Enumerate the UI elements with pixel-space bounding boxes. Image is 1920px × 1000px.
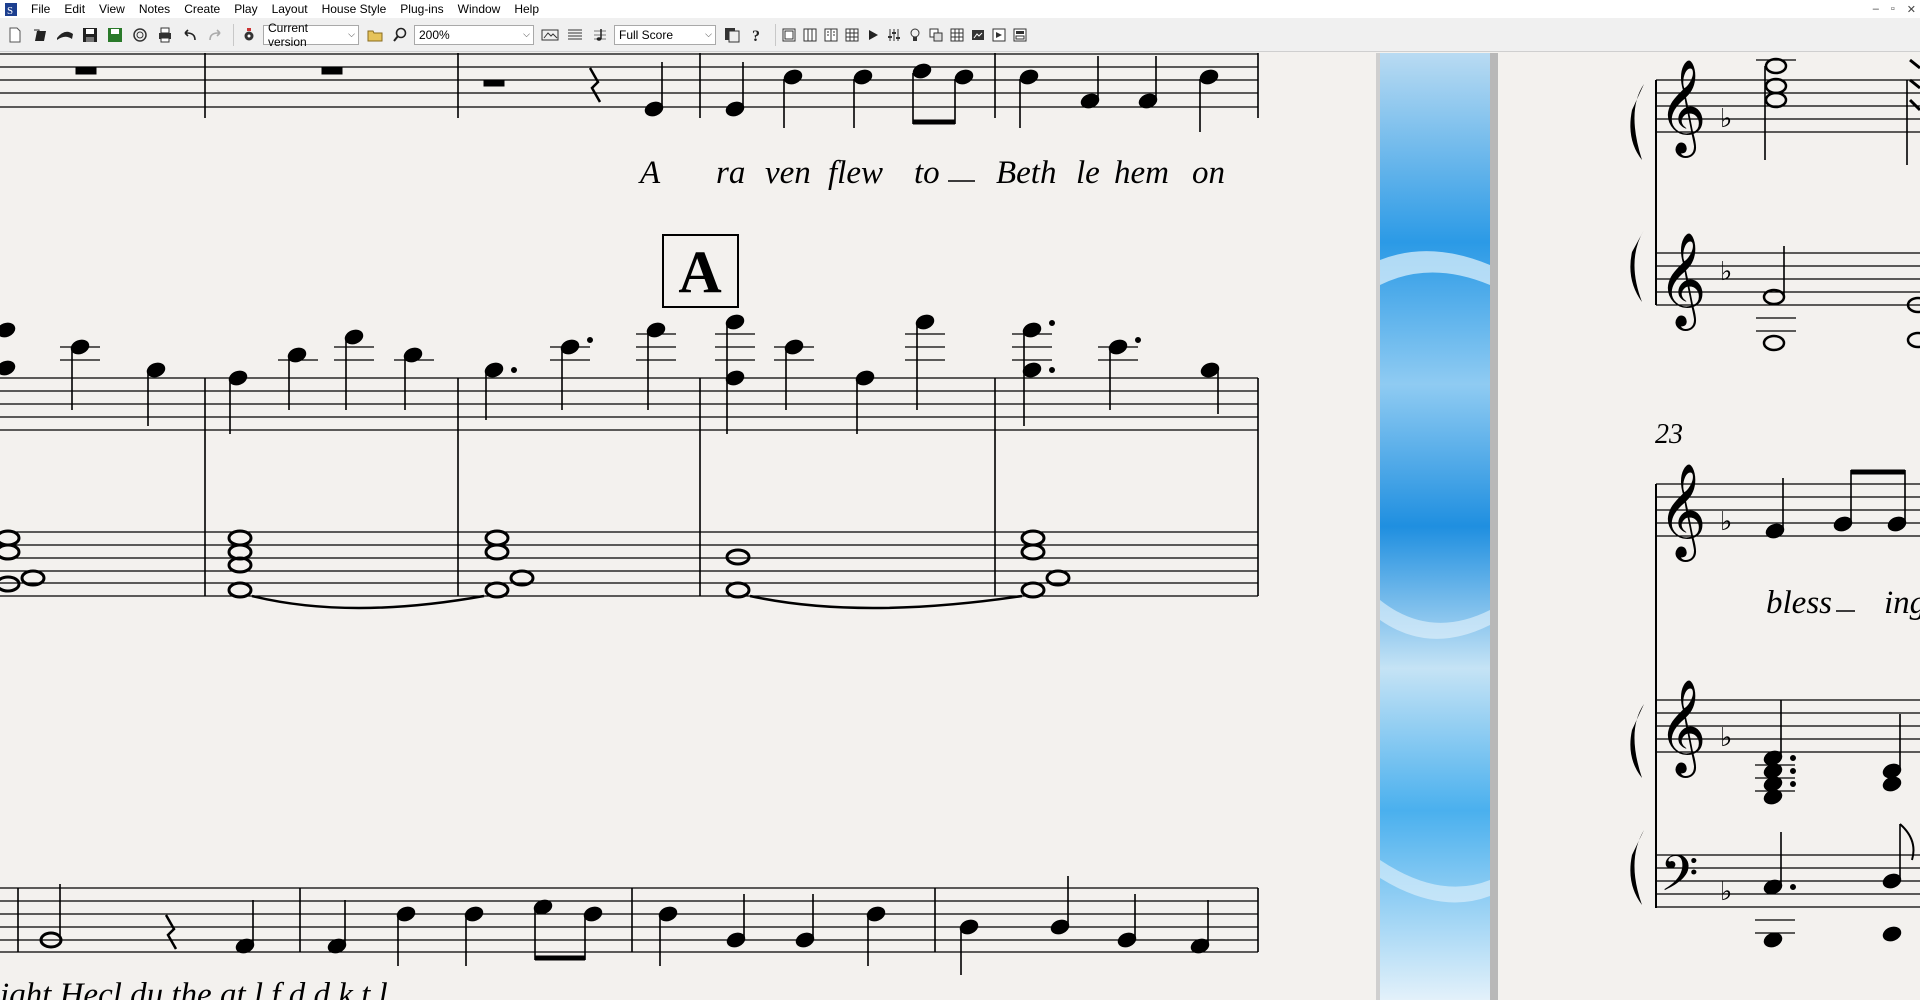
menu-window[interactable]: Window — [451, 0, 508, 18]
toolbar-separator — [233, 23, 234, 46]
zoom-select-value: 200% — [419, 27, 450, 42]
window-controls: – ▫ ✕ — [1873, 0, 1916, 18]
mixer-icon[interactable] — [885, 24, 903, 46]
page-gap-edge — [1490, 53, 1498, 1000]
lyric-syllable[interactable]: on — [1192, 155, 1225, 191]
save-icon[interactable] — [79, 24, 101, 46]
flat-key-signature-icon: ♭ — [1720, 104, 1732, 133]
score-page-right[interactable] — [1498, 53, 1920, 1000]
treble-clef-icon: 𝄞 — [1658, 60, 1706, 158]
score-view-select[interactable]: Full Score ⌵ — [614, 24, 716, 45]
treble-clef-icon: 𝄞 — [1658, 680, 1706, 778]
parts-toggle-icon[interactable] — [721, 24, 743, 46]
flat-key-signature-icon: ♭ — [1720, 723, 1732, 752]
version-select[interactable]: Current version ⌵ — [263, 21, 359, 49]
lyric-syllable[interactable]: to — [914, 155, 940, 191]
lyric-syllable[interactable]: hem — [1114, 155, 1169, 191]
note-input-icon[interactable] — [589, 24, 611, 46]
chevron-down-icon: ⌵ — [705, 29, 712, 39]
lyric-syllable[interactable]: ra — [716, 155, 745, 191]
open-file-icon[interactable] — [29, 24, 51, 46]
menu-plug-ins[interactable]: Plug-ins — [393, 0, 450, 18]
score-canvas[interactable]: A ra ven flew to Beth le hem on A ight H… — [0, 53, 1920, 1000]
lyric-syllable[interactable]: bless — [1766, 585, 1832, 621]
menu-create[interactable]: Create — [177, 0, 227, 18]
lyric-syllable[interactable]: Beth — [996, 155, 1056, 191]
minimize-button[interactable]: – — [1873, 3, 1879, 15]
lyric-syllable[interactable]: ven — [765, 155, 811, 191]
menu-layout[interactable]: Layout — [265, 0, 315, 18]
view-spread-icon[interactable] — [822, 24, 840, 46]
undo-icon[interactable] — [179, 24, 201, 46]
menu-notes[interactable]: Notes — [132, 0, 177, 18]
page-gap-background — [1380, 53, 1490, 1000]
properties-icon[interactable] — [927, 24, 945, 46]
flat-key-signature-icon: ♭ — [1720, 877, 1732, 906]
sibelius-app-icon[interactable]: S — [4, 2, 18, 16]
lyric-syllable[interactable]: ing — [1884, 585, 1920, 621]
menu-edit[interactable]: Edit — [57, 0, 92, 18]
chevron-down-icon: ⌵ — [348, 29, 355, 39]
main-toolbar: Current version ⌵ 200% ⌵ Full Score ⌵ ? — [0, 18, 1920, 52]
transport-icon[interactable] — [990, 24, 1008, 46]
open-score-icon[interactable] — [54, 24, 76, 46]
record-icon[interactable] — [129, 24, 151, 46]
window-layout-icon[interactable] — [1011, 24, 1029, 46]
zoom-icon[interactable] — [389, 24, 411, 46]
svg-text:S: S — [7, 5, 13, 16]
rehearsal-mark: A — [678, 239, 721, 305]
page-gap-edge — [1376, 53, 1380, 1000]
lyric-syllable[interactable]: A — [638, 155, 661, 191]
menu-view[interactable]: View — [92, 0, 132, 18]
lyrics-bottom-partial: ight Hecl du the at l f d d k t l — [0, 977, 388, 1000]
keypad-icon[interactable] — [948, 24, 966, 46]
bass-clef-icon: 𝄢 — [1660, 847, 1699, 913]
version-select-value: Current version — [268, 20, 309, 49]
new-file-icon[interactable] — [4, 24, 26, 46]
menu-play[interactable]: Play — [227, 0, 264, 18]
folder-icon[interactable] — [364, 24, 386, 46]
bar-number: 23 — [1655, 419, 1683, 450]
redo-icon[interactable] — [204, 24, 226, 46]
menu-help[interactable]: Help — [507, 0, 546, 18]
svg-text:?: ? — [752, 28, 760, 43]
play-icon[interactable] — [864, 24, 882, 46]
treble-clef-icon: 𝄞 — [1658, 233, 1706, 331]
chevron-down-icon: ⌵ — [523, 29, 530, 39]
lyrics-line-1: A ra ven flew to Beth le hem on — [638, 155, 1225, 191]
ideas-icon[interactable] — [906, 24, 924, 46]
close-button[interactable]: ✕ — [1907, 3, 1916, 16]
view-pages-icon[interactable] — [801, 24, 819, 46]
help-icon[interactable]: ? — [746, 24, 768, 46]
score-page-left[interactable] — [0, 53, 1376, 1000]
menu-bar: S File Edit View Notes Create Play Layou… — [0, 0, 1920, 18]
video-window-icon[interactable] — [969, 24, 987, 46]
view-grid-icon[interactable] — [843, 24, 861, 46]
menu-file[interactable]: File — [24, 0, 57, 18]
flat-key-signature-icon: ♭ — [1720, 257, 1732, 286]
toolbar-separator — [775, 23, 776, 46]
lyric-syllable[interactable]: le — [1076, 155, 1100, 191]
lyric-syllable[interactable]: flew — [828, 155, 883, 191]
menu-house-style[interactable]: House Style — [315, 0, 394, 18]
versions-gear-icon[interactable] — [238, 24, 260, 46]
view-panorama-icon[interactable] — [780, 24, 798, 46]
restore-button[interactable]: ▫ — [1891, 3, 1895, 15]
score-view-select-value: Full Score — [619, 27, 674, 42]
print-icon[interactable] — [154, 24, 176, 46]
flat-key-signature-icon: ♭ — [1720, 507, 1732, 536]
navigator-icon[interactable] — [539, 24, 561, 46]
staff-lines-icon[interactable] — [564, 24, 586, 46]
save-as-icon[interactable] — [104, 24, 126, 46]
treble-clef-icon: 𝄞 — [1658, 464, 1706, 562]
zoom-select[interactable]: 200% ⌵ — [414, 24, 534, 45]
